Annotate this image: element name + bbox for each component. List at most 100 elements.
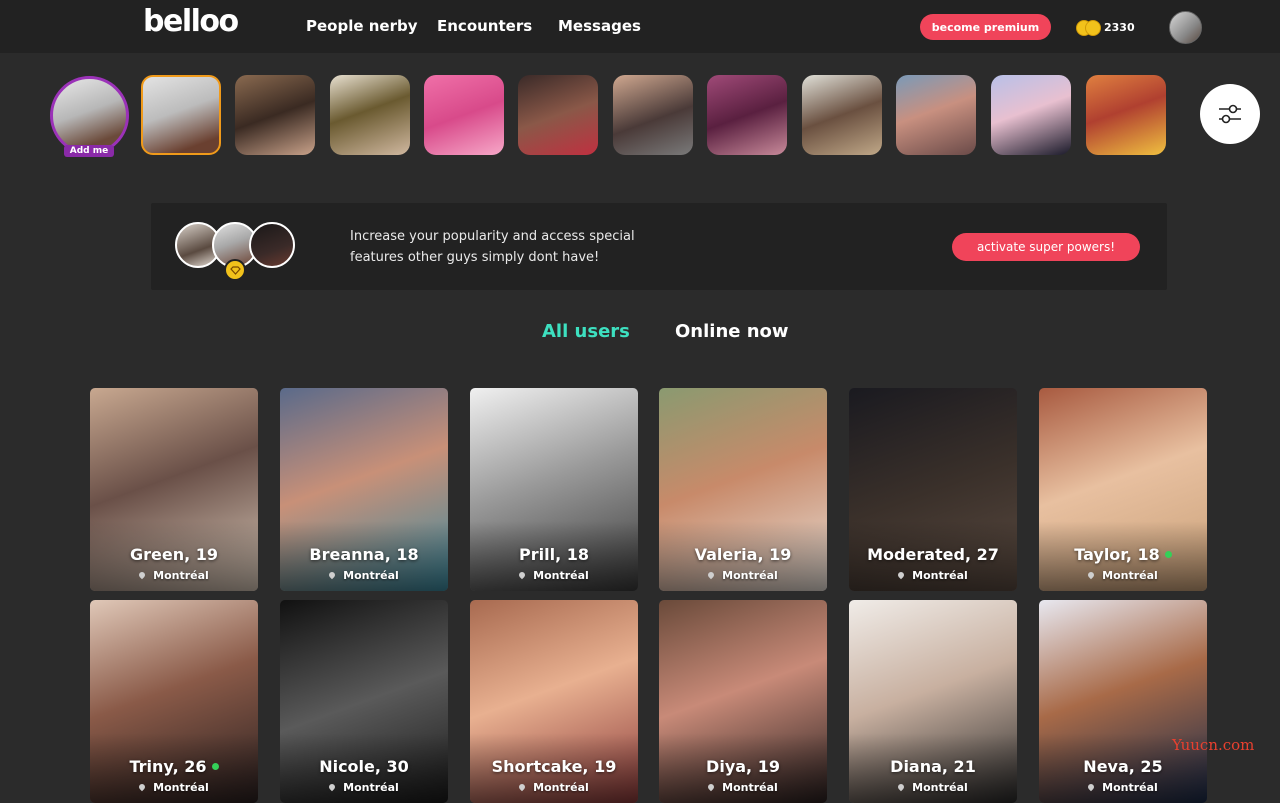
story-thumbnail[interactable]	[235, 75, 315, 155]
user-name-age: Prill, 18	[470, 545, 638, 564]
filter-button[interactable]	[1200, 84, 1260, 144]
user-card[interactable]: Taylor, 18 Montréal	[1039, 388, 1207, 591]
user-card[interactable]: Prill, 18 Montréal	[470, 388, 638, 591]
location-text: Montréal	[533, 569, 589, 582]
user-name-text: Shortcake, 19	[491, 757, 617, 776]
user-card[interactable]: Moderated, 27 Montréal	[849, 388, 1017, 591]
user-name-text: Neva, 25	[1083, 757, 1163, 776]
activate-super-powers-button[interactable]: activate super powers!	[952, 233, 1140, 261]
coin-count: 2330	[1104, 20, 1135, 34]
user-location: Montréal	[659, 569, 827, 582]
user-name-text: Nicole, 30	[319, 757, 409, 776]
user-card[interactable]: Neva, 25 Montréal	[1039, 600, 1207, 803]
location-text: Montréal	[343, 569, 399, 582]
location-text: Montréal	[153, 569, 209, 582]
user-name-text: Green, 19	[129, 545, 219, 564]
location-text: Montréal	[1102, 569, 1158, 582]
story-thumbnail[interactable]	[991, 75, 1071, 155]
location-text: Montréal	[533, 781, 589, 794]
story-thumbnail[interactable]	[141, 75, 221, 155]
user-card[interactable]: Breanna, 18 Montréal	[280, 388, 448, 591]
story-thumbnail[interactable]	[330, 75, 410, 155]
location-pin-icon	[517, 570, 527, 580]
user-location: Montréal	[280, 569, 448, 582]
location-text: Montréal	[722, 569, 778, 582]
location-pin-icon	[327, 570, 337, 580]
user-card[interactable]: Triny, 26 Montréal	[90, 600, 258, 803]
user-name-age: Green, 19	[90, 545, 258, 564]
user-card[interactable]: Valeria, 19 Montréal	[659, 388, 827, 591]
user-name-age: Valeria, 19	[659, 545, 827, 564]
user-location: Montréal	[90, 781, 258, 794]
add-me-label: Add me	[64, 145, 114, 157]
location-pin-icon	[706, 782, 716, 792]
user-card[interactable]: Diya, 19 Montréal	[659, 600, 827, 803]
location-pin-icon	[1086, 782, 1096, 792]
user-location: Montréal	[280, 781, 448, 794]
promo-message: Increase your popularity and access spec…	[350, 229, 635, 265]
user-name-age: Triny, 26	[90, 757, 258, 776]
user-name-text: Prill, 18	[519, 545, 589, 564]
user-location: Montréal	[1039, 781, 1207, 794]
user-name-age: Taylor, 18	[1039, 545, 1207, 564]
location-pin-icon	[896, 570, 906, 580]
user-name-text: Triny, 26	[129, 757, 207, 776]
user-name-age: Diya, 19	[659, 757, 827, 776]
brand-logo[interactable]: belloo	[143, 4, 239, 39]
user-name-text: Moderated, 27	[867, 545, 999, 564]
tab-all-users[interactable]: All users	[542, 321, 630, 342]
location-pin-icon	[327, 782, 337, 792]
story-thumbnail[interactable]	[424, 75, 504, 155]
user-name-age: Breanna, 18	[280, 545, 448, 564]
user-name-text: Valeria, 19	[694, 545, 792, 564]
user-location: Montréal	[470, 569, 638, 582]
online-status-icon	[211, 763, 219, 770]
sliders-icon	[1219, 104, 1241, 124]
watermark-text: Yuucn.com	[1172, 736, 1255, 754]
location-pin-icon	[137, 570, 147, 580]
story-thumbnail[interactable]	[896, 75, 976, 155]
profile-avatar[interactable]	[1169, 11, 1202, 44]
story-thumbnail[interactable]	[707, 75, 787, 155]
user-location: Montréal	[849, 569, 1017, 582]
user-name-text: Diana, 21	[890, 757, 976, 776]
user-card[interactable]: Green, 19 Montréal	[90, 388, 258, 591]
user-card[interactable]: Diana, 21 Montréal	[849, 600, 1017, 803]
user-location: Montréal	[1039, 569, 1207, 582]
location-text: Montréal	[343, 781, 399, 794]
user-card[interactable]: Shortcake, 19 Montréal	[470, 600, 638, 803]
diamond-icon	[224, 259, 246, 281]
user-name-text: Diya, 19	[706, 757, 780, 776]
location-pin-icon	[706, 570, 716, 580]
user-name-age: Neva, 25	[1039, 757, 1207, 776]
user-location: Montréal	[849, 781, 1017, 794]
nav-encounters[interactable]: Encounters	[437, 17, 532, 35]
nav-people-nearby[interactable]: People nerby	[306, 17, 418, 35]
user-location: Montréal	[659, 781, 827, 794]
location-pin-icon	[896, 782, 906, 792]
story-thumbnail[interactable]	[518, 75, 598, 155]
nav-messages[interactable]: Messages	[558, 17, 641, 35]
user-name-age: Nicole, 30	[280, 757, 448, 776]
coins-icon	[1076, 19, 1102, 36]
location-pin-icon	[137, 782, 147, 792]
coin-balance[interactable]: 2330	[1076, 18, 1135, 36]
location-text: Montréal	[722, 781, 778, 794]
story-thumbnail[interactable]	[802, 75, 882, 155]
location-pin-icon	[517, 782, 527, 792]
location-text: Montréal	[912, 569, 968, 582]
tab-online-now[interactable]: Online now	[675, 321, 789, 342]
location-text: Montréal	[912, 781, 968, 794]
story-thumbnail[interactable]	[613, 75, 693, 155]
user-card[interactable]: Nicole, 30 Montréal	[280, 600, 448, 803]
promo-avatar	[249, 222, 295, 268]
online-status-icon	[1164, 551, 1172, 558]
story-thumbnail[interactable]	[1086, 75, 1166, 155]
user-location: Montréal	[90, 569, 258, 582]
user-location: Montréal	[470, 781, 638, 794]
become-premium-button[interactable]: become premium	[920, 14, 1051, 40]
location-pin-icon	[1086, 570, 1096, 580]
add-me-story-button[interactable]	[50, 76, 129, 155]
user-name-age: Shortcake, 19	[470, 757, 638, 776]
user-name-age: Diana, 21	[849, 757, 1017, 776]
